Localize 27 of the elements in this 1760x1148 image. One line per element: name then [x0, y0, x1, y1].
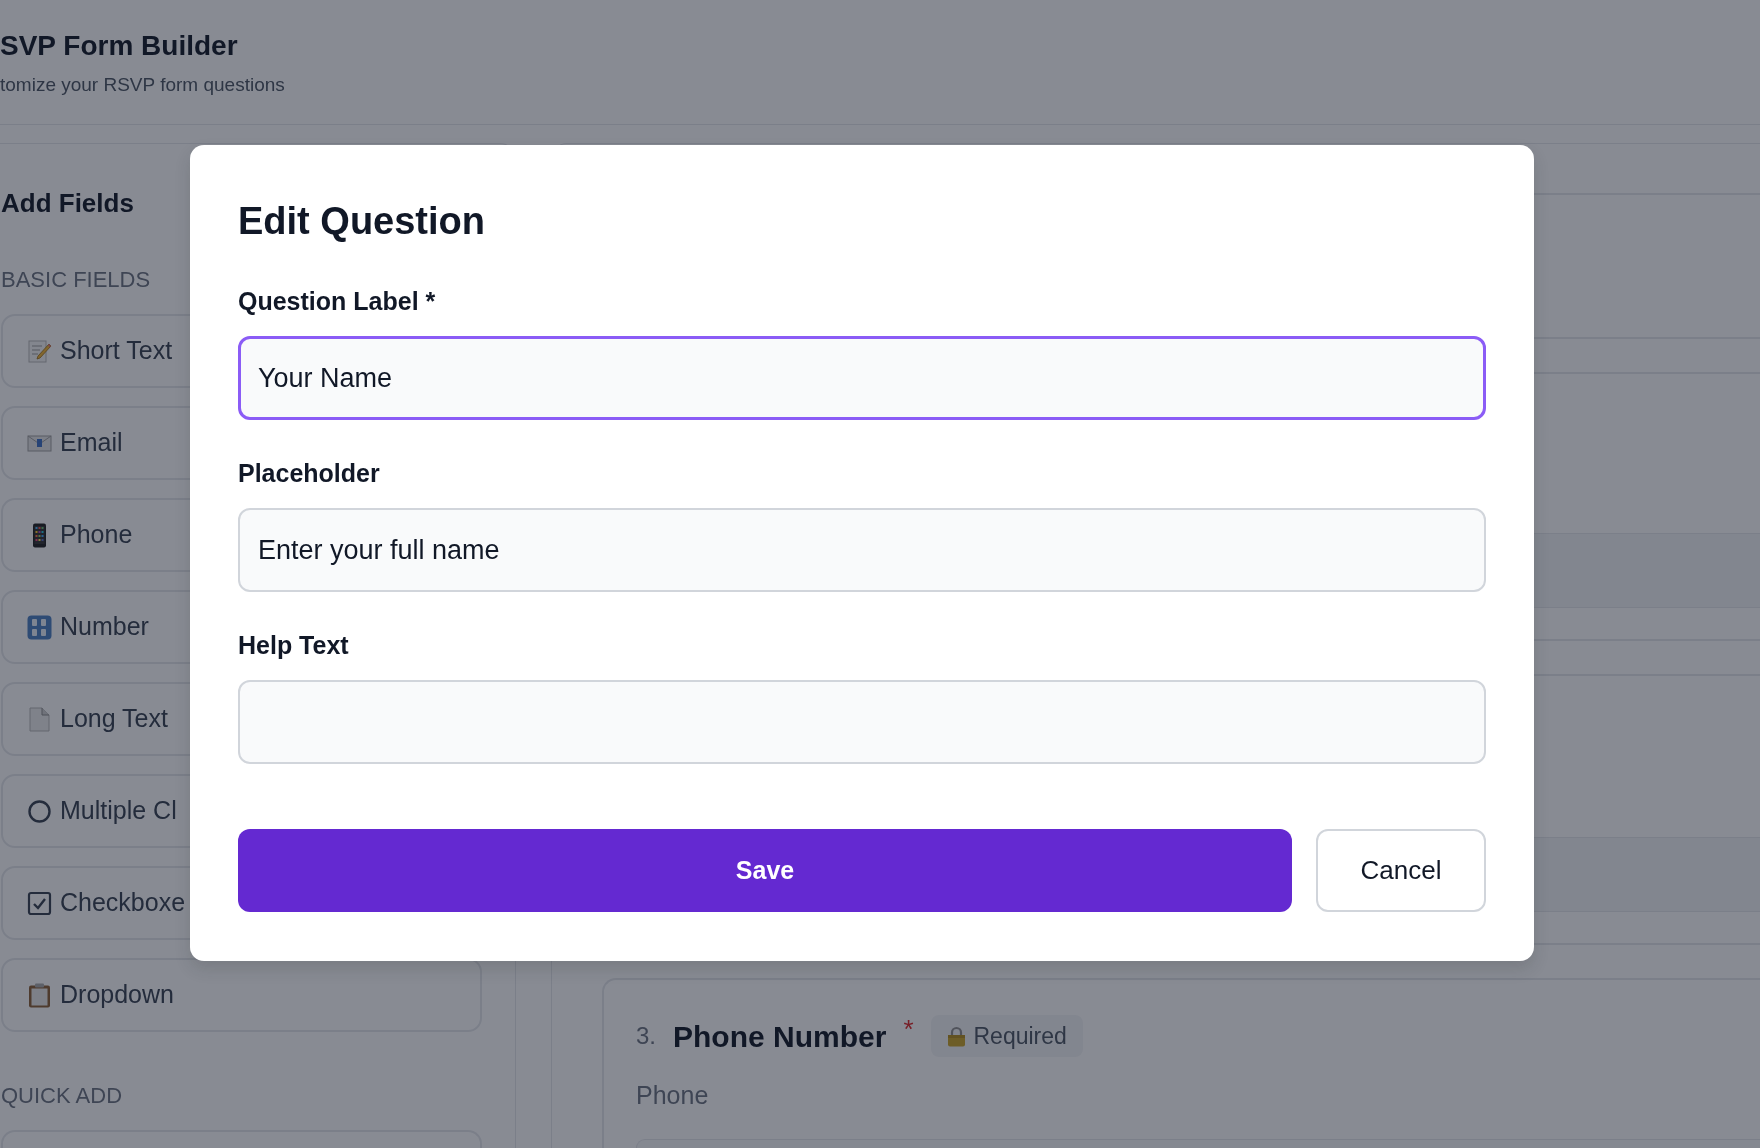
cancel-button[interactable]: Cancel — [1316, 829, 1486, 912]
number-tile-icon — [27, 614, 52, 640]
field-label: Help Text — [238, 630, 349, 661]
circle-icon — [27, 798, 52, 824]
dialog-title: Edit Question — [238, 199, 485, 244]
checkbox-icon — [27, 890, 52, 916]
page-title: SVP Form Builder — [0, 29, 238, 63]
question-title: Phone Number — [673, 1018, 887, 1055]
clipboard-icon — [27, 982, 52, 1008]
field-label: Placeholder — [238, 458, 380, 489]
memo-pencil-icon — [27, 338, 52, 364]
document-icon — [27, 706, 52, 732]
lock-icon — [946, 1025, 966, 1047]
question-type-text: Phone — [636, 1080, 709, 1110]
section-heading: BASIC FIELDS — [1, 266, 151, 294]
question-number: 3. — [636, 1021, 656, 1051]
save-button[interactable]: Save — [238, 829, 1292, 912]
tag-label: Required — [973, 1021, 1067, 1051]
field-label: Question Label * — [238, 286, 436, 317]
page-subtitle: tomize your RSVP form questions — [0, 73, 285, 97]
section-heading: QUICK ADD — [1, 1082, 123, 1110]
sidebar-heading: Add Fields — [1, 187, 134, 220]
field-type-button[interactable]: Dropdown — [1, 958, 482, 1032]
text-input[interactable]: Your Name — [238, 336, 1486, 420]
text-input[interactable] — [238, 680, 1486, 764]
required-mark: * — [903, 1016, 914, 1042]
text-input[interactable]: Enter your full name — [238, 508, 1486, 592]
